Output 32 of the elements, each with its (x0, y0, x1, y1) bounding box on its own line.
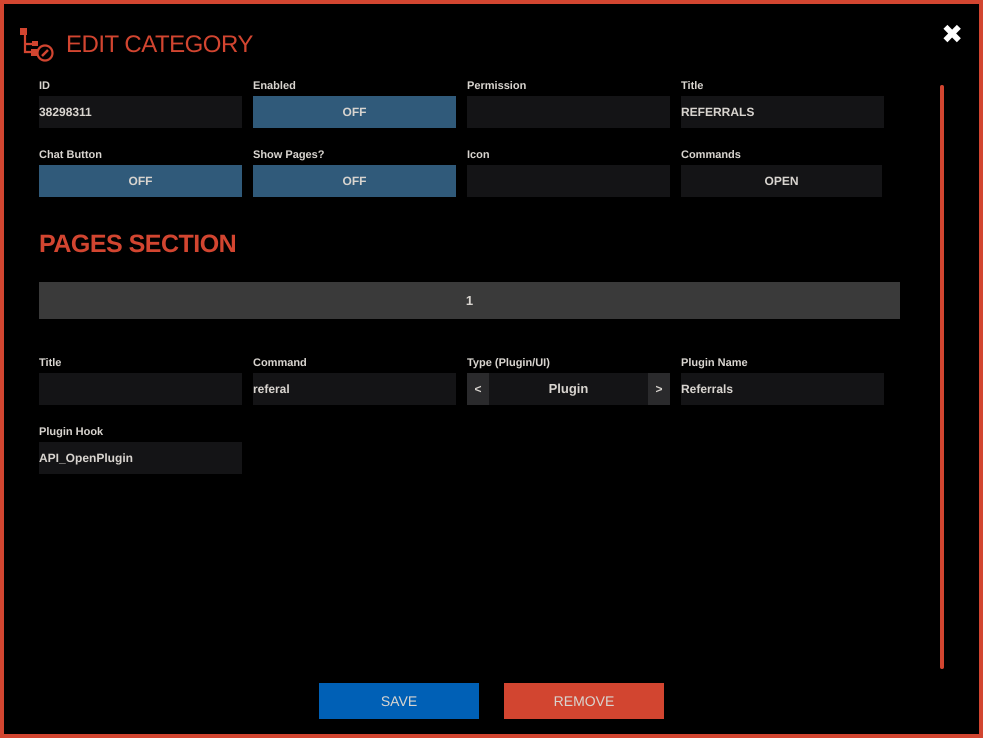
category-edit-icon (20, 28, 54, 62)
input-field[interactable]: API_OpenPlugin (39, 442, 242, 474)
toggle-button[interactable]: OFF (253, 96, 456, 128)
next-button[interactable]: > (648, 373, 670, 405)
page-tab[interactable]: 1 (39, 282, 900, 319)
field-label: Show Pages? (253, 149, 325, 161)
field-label: Chat Button (39, 149, 102, 161)
input-field[interactable]: referal (253, 373, 456, 405)
toggle-button[interactable]: OFF (253, 165, 456, 197)
selector-value: Plugin (548, 380, 590, 398)
field-label: Enabled (253, 80, 296, 92)
field-label: Type (Plugin/UI) (467, 357, 550, 369)
dialog-title: EDIT CATEGORY (66, 31, 253, 59)
field-label: Permission (467, 80, 526, 92)
field-label: Command (253, 357, 307, 369)
input-field[interactable]: 38298311 (39, 96, 242, 128)
close-button[interactable]: ✖ (941, 22, 963, 48)
field-label: Title (681, 80, 704, 92)
save-button[interactable]: SAVE (319, 683, 479, 719)
previous-button[interactable]: < (467, 373, 489, 405)
toggle-button[interactable]: OFF (39, 165, 242, 197)
section-heading: PAGES SECTION (39, 229, 238, 260)
input-field[interactable]: REFERRALS (681, 96, 884, 128)
field-label: Plugin Hook (39, 426, 104, 438)
field-label: Commands (681, 149, 741, 161)
field-label: Icon (467, 149, 490, 161)
field-label: ID (39, 80, 50, 92)
field-label: Title (39, 357, 62, 369)
scrollbar[interactable] (940, 85, 944, 669)
input-field[interactable]: Referrals (681, 373, 884, 405)
open-button[interactable]: OPEN (681, 165, 882, 197)
field-label: Plugin Name (681, 357, 748, 369)
